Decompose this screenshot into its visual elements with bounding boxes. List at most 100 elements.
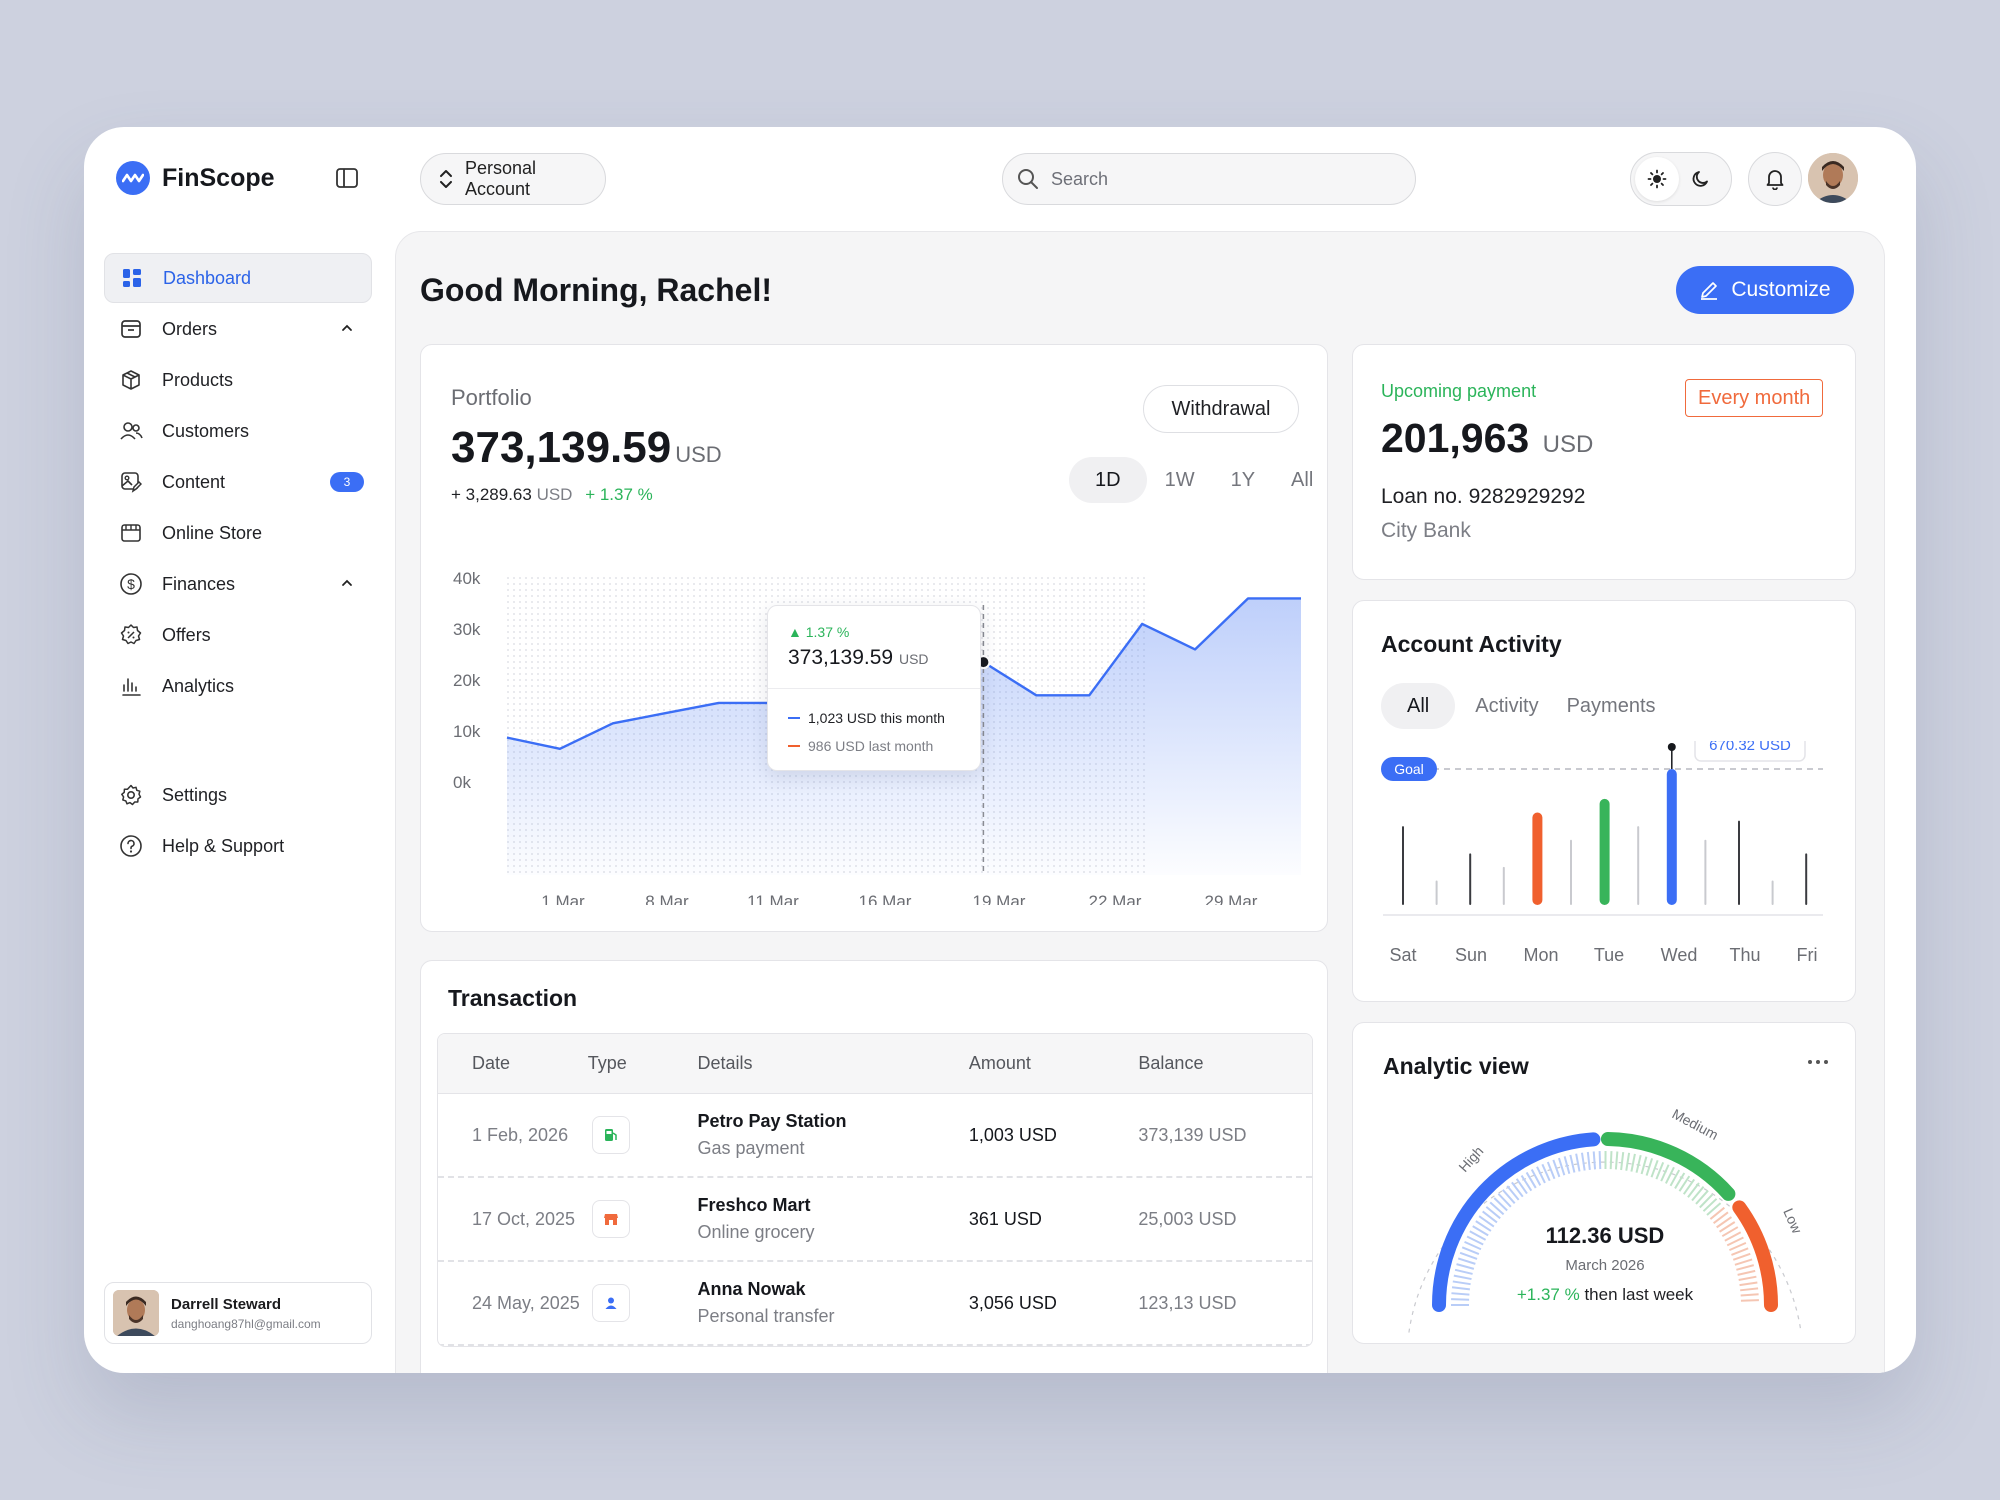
column-header-amount[interactable]: Amount [969,1053,1139,1074]
day-label: Sun [1455,945,1487,965]
row-balance: 123,13 USD [1138,1292,1237,1313]
sidebar-item-customers[interactable]: Customers [104,406,372,456]
range-tab-1w[interactable]: 1W [1147,457,1213,503]
withdrawal-button[interactable]: Withdrawal [1143,385,1299,433]
tooltip-percent-value: 1.37 % [805,624,850,640]
gauge-tick [1452,1280,1471,1286]
profile-avatar[interactable] [1808,153,1858,203]
activity-bar [1532,812,1543,905]
sidebar-item-finances[interactable]: $ Finances [104,559,372,609]
store-icon [118,520,144,546]
light-mode-button[interactable] [1635,157,1679,201]
portfolio-value: 373,139.59 USD [451,423,722,473]
sidebar-item-products[interactable]: Products [104,355,372,405]
range-tab-1d[interactable]: 1D [1069,457,1147,503]
gauge-tick [1453,1274,1472,1281]
y-tick-label: 30k [453,620,481,639]
range-tab-1y[interactable]: 1Y [1213,457,1273,503]
dark-mode-button[interactable] [1679,157,1723,201]
portfolio-label: Portfolio [451,385,532,410]
upcoming-label: Upcoming payment [1381,381,1537,401]
gauge-chart: HighMediumLow [1408,1106,1806,1333]
more-icon[interactable] [1807,1057,1829,1067]
account-switcher[interactable]: Personal Account [420,153,606,205]
gauge-date: March 2026 [1565,1257,1645,1274]
row-subtitle: Gas payment [697,1138,805,1158]
sidebar-item-content[interactable]: Content 3 [104,457,372,507]
chart-tooltip: ▲ 1.37 % 373,139.59 USD 1,023 USD this m… [767,605,981,771]
tooltip-divider [768,688,980,689]
peak-tooltip-label: 670.32 USD [1709,741,1791,754]
goal-label: Goal [1394,761,1424,777]
gauge-change: +1.37 % then last week [1353,1285,1857,1305]
person-icon [591,1284,630,1322]
column-header-balance[interactable]: Balance [1138,1053,1312,1074]
search-box[interactable] [1002,153,1416,205]
gauge-label-medium: Medium [1670,1106,1721,1144]
column-header-date[interactable]: Date [438,1053,588,1074]
shop-icon [591,1200,630,1238]
tooltip-last-month-text: 986 USD last month [808,738,934,754]
sidebar-item-dashboard[interactable]: Dashboard [104,253,372,303]
table-row[interactable]: 17 Oct, 2025 Freshco Mart Online grocery … [438,1178,1312,1262]
gauge-tick [1738,1275,1757,1281]
tooltip-value: 373,139.59 USD [788,646,929,670]
gauge-tick [1580,1152,1586,1171]
range-tab-all[interactable]: All [1273,457,1331,503]
x-tick-label: 22 Mar [1089,892,1142,905]
theme-toggle[interactable] [1630,152,1732,206]
activity-bar [1502,866,1505,905]
activity-chart[interactable]: Goal 670.32 USD Sat Sun Mon Tue Wed Thu Fri [1353,741,1857,991]
image-edit-icon [118,469,144,495]
sun-icon [1647,169,1667,189]
bank-name: City Bank [1381,519,1471,542]
tab-activity[interactable]: Activity [1461,683,1552,729]
sidebar-item-offers[interactable]: Offers [104,610,372,660]
day-label: Mon [1523,945,1558,965]
sidebar-item-analytics[interactable]: Analytics [104,661,372,711]
activity-tabs: All Activity Payments [1381,683,1670,729]
upcoming-amount: 201,963 USD [1381,415,1593,462]
row-type [588,1284,698,1322]
row-amount: 1,003 USD [968,1124,1057,1145]
user-email: danghoang87hl@gmail.com [171,1316,321,1331]
user-name: Darrell Steward [171,1295,282,1313]
frequency-badge[interactable]: Every month [1685,379,1824,417]
gauge-tick [1592,1151,1597,1170]
column-header-details[interactable]: Details [697,1053,968,1074]
x-tick-label: 29 Mar [1205,892,1258,905]
chevron-up-icon[interactable] [340,321,354,335]
sidebar-item-online-store[interactable]: Online Store [104,508,372,558]
table-row[interactable]: 1 Feb, 2026 Petro Pay Station Gas payment… [438,1094,1312,1178]
row-balance: 373,139 USD [1138,1124,1247,1145]
sidebar-item-settings[interactable]: Settings [104,770,372,820]
sidebar-item-label: Online Store [162,522,263,543]
sidebar-toggle-icon[interactable] [336,168,358,188]
sidebar-item-label: Products [162,369,234,390]
customize-button[interactable]: Customize [1676,266,1854,314]
tooltip-this-month: 1,023 USD this month [788,710,945,726]
sidebar-item-orders[interactable]: Orders [104,304,372,354]
chevron-up-icon[interactable] [340,576,354,590]
y-tick-label: 0k [453,773,471,792]
tab-all[interactable]: All [1381,683,1456,729]
fuel-icon [591,1116,630,1154]
transaction-card: Transaction Date Type Details Amount Bal… [420,960,1328,1373]
column-header-type[interactable]: Type [588,1053,698,1074]
upcoming-amount-value: 201,963 [1381,415,1530,461]
sidebar-item-label: Offers [162,624,211,645]
user-card[interactable]: Darrell Steward danghoang87hl@gmail.com [104,1282,372,1344]
tooltip-this-month-text: 1,023 USD this month [808,710,945,726]
table-row[interactable]: 24 May, 2025 Anna Nowak Personal transfer… [438,1262,1312,1346]
row-name: Anna Nowak [697,1279,806,1299]
gauge-value: 112.36 USD [1545,1223,1665,1248]
table-header: Date Type Details Amount Balance [438,1034,1312,1094]
tab-payments[interactable]: Payments [1553,683,1670,729]
change-currency: USD [536,485,573,504]
search-input[interactable] [1051,168,1371,190]
sidebar-item-help[interactable]: Help & Support [104,821,372,871]
gauge-tick [1620,1151,1625,1171]
brand[interactable]: FinScope [116,161,275,195]
notifications-button[interactable] [1748,152,1802,206]
row-date: 17 Oct, 2025 [472,1208,576,1229]
